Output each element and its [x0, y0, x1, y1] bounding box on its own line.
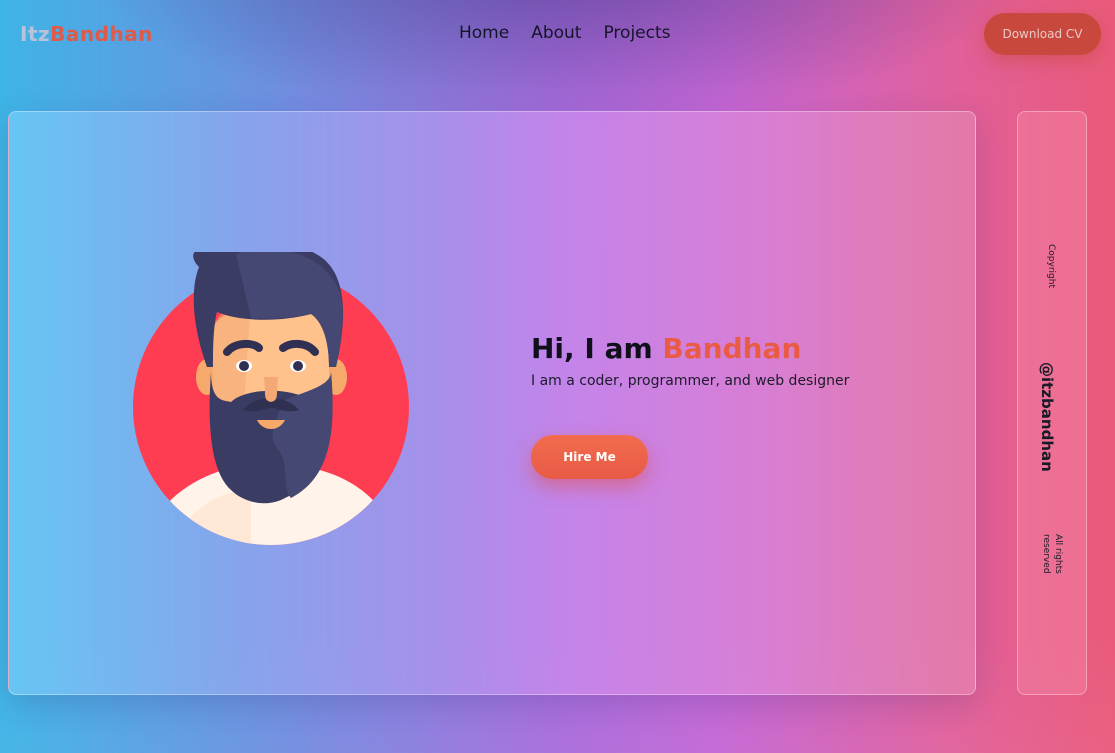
hire-me-button[interactable]: Hire Me [531, 435, 648, 479]
brand-logo[interactable]: ItzBandhan [20, 22, 153, 46]
download-cv-button[interactable]: Download CV [984, 13, 1101, 55]
brand-logo-part1: Itz [20, 22, 51, 46]
nav-link-about[interactable]: About [531, 23, 581, 43]
side-panel: Copyright @itzbandhan All rights reserve… [1017, 111, 1087, 695]
nav-link-home[interactable]: Home [459, 23, 509, 43]
hero-subtitle: I am a coder, programmer, and web design… [531, 373, 850, 389]
brand-logo-part2: Bandhan [50, 22, 153, 46]
main-menu: Home About Projects [459, 23, 671, 43]
hero-card: Hi, I am Bandhan I am a coder, programme… [8, 111, 976, 695]
copyright-text: Copyright [1046, 244, 1056, 288]
social-handle[interactable]: @itzbandhan [1038, 362, 1056, 472]
avatar-illustration [133, 252, 409, 545]
hero-greeting: Hi, I am [531, 332, 663, 365]
navbar: ItzBandhan Home About Projects Download … [0, 0, 1115, 70]
nav-link-projects[interactable]: Projects [603, 23, 670, 43]
hero-title: Hi, I am Bandhan [531, 332, 801, 365]
rights-text: All rights reserved [1041, 534, 1063, 574]
hero-name: Bandhan [662, 332, 802, 365]
